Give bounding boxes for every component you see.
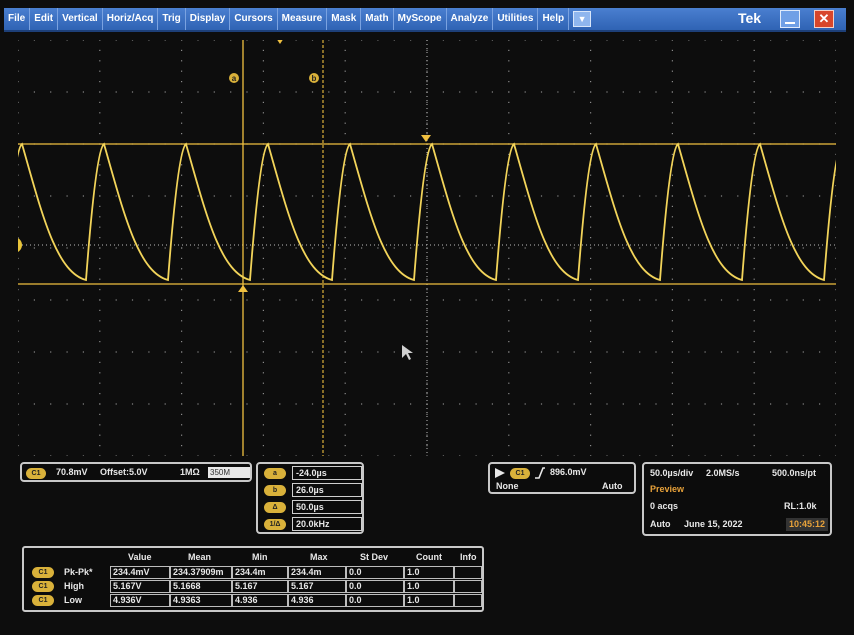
acquisition-count: 0 acqs (650, 501, 679, 511)
oscilloscope-screen: File Edit Vertical Horiz/Acq Trig Displa… (0, 0, 854, 635)
menu-bar: File Edit Vertical Horiz/Acq Trig Displa… (4, 8, 846, 32)
cursor-b-badge: b (264, 485, 286, 496)
measurement-info (454, 566, 482, 579)
menu-display[interactable]: Display (186, 8, 231, 30)
measurement-name: High (64, 581, 84, 591)
cursor-b-time: 26.0µs (292, 483, 362, 497)
cursor-a-label: a (232, 74, 237, 83)
measurement-max: 4.936 (288, 594, 346, 607)
menu-utilities[interactable]: Utilities (493, 8, 539, 30)
waveform-display[interactable]: a b (18, 40, 836, 456)
trigger-position-marker[interactable] (276, 40, 284, 44)
menu-myscope[interactable]: MyScope (394, 8, 447, 30)
date: June 15, 2022 (684, 519, 743, 529)
column-header-count: Count (416, 552, 442, 562)
channel-1-settings[interactable]: C1 70.8mV Offset:5.0V 1MΩ 350M (20, 462, 252, 482)
trigger-level: 896.0mV (550, 467, 587, 477)
cursor-frequency: 20.0kHz (292, 517, 362, 531)
mouse-pointer-icon (402, 345, 413, 360)
measurement-table[interactable]: Value Mean Min Max St Dev Count Info C1 … (22, 546, 484, 612)
measurement-count: 1.0 (404, 566, 454, 579)
measurement-stdev: 0.0 (346, 580, 404, 593)
column-header-info: Info (460, 552, 477, 562)
cursor-b-label: b (312, 74, 317, 83)
trigger-coupling: None (496, 481, 519, 491)
measurement-min: 234.4m (232, 566, 288, 579)
column-header-stdev: St Dev (360, 552, 389, 562)
measurement-info (454, 580, 482, 593)
menu-cursors[interactable]: Cursors (230, 8, 278, 30)
trigger-point-marker (421, 135, 431, 142)
measurement-min: 4.936 (232, 594, 288, 607)
close-button[interactable]: ✕ (814, 10, 834, 28)
cursor-a-crosspoint (238, 285, 248, 292)
menu-edit[interactable]: Edit (30, 8, 59, 30)
measurement-mean: 5.1668 (170, 580, 232, 593)
sample-rate: 2.0MS/s (706, 468, 740, 478)
measurement-count: 1.0 (404, 594, 454, 607)
measurement-source-badge: C1 (32, 567, 54, 578)
measurement-info (454, 594, 482, 607)
time-resolution: 500.0ns/pt (772, 468, 817, 478)
cursor-readout-panel[interactable]: a -24.0µs b 26.0µs Δ 50.0µs 1/Δ 20.0kHz (256, 462, 364, 534)
measurement-source-badge: C1 (32, 595, 54, 606)
menu-measure[interactable]: Measure (278, 8, 328, 30)
cursor-a-time: -24.0µs (292, 466, 362, 480)
clock-time: 10:45:12 (786, 518, 829, 531)
trigger-settings[interactable]: C1 896.0mV None Auto (488, 462, 636, 494)
chevron-down-icon[interactable]: ▼ (573, 11, 592, 27)
minimize-button[interactable] (780, 10, 800, 28)
channel-1-ground-marker[interactable] (18, 237, 22, 253)
cursor-frequency-badge: 1/Δ (264, 519, 286, 530)
measurement-stdev: 0.0 (346, 566, 404, 579)
menu-vertical[interactable]: Vertical (58, 8, 103, 30)
measurement-stdev: 0.0 (346, 594, 404, 607)
column-header-min: Min (252, 552, 268, 562)
measurement-value: 4.936V (110, 594, 170, 607)
measurement-count: 1.0 (404, 580, 454, 593)
channel-1-bandwidth: 350M (208, 467, 250, 478)
run-mode: Auto (650, 519, 671, 529)
menu-analyze[interactable]: Analyze (447, 8, 494, 30)
menu-mask[interactable]: Mask (327, 8, 362, 30)
measurement-max: 234.4m (288, 566, 346, 579)
menu-horiz-acq[interactable]: Horiz/Acq (103, 8, 159, 30)
menu-math[interactable]: Math (361, 8, 394, 30)
measurement-mean: 234.37909m (170, 566, 232, 579)
cursor-delta-time: 50.0µs (292, 500, 362, 514)
brand-logo: Tek (738, 10, 762, 26)
measurement-value: 5.167V (110, 580, 170, 593)
record-length: RL:1.0k (784, 501, 817, 511)
column-header-mean: Mean (188, 552, 212, 562)
measurement-source-badge: C1 (32, 581, 54, 592)
acquisition-state: Preview (650, 484, 685, 494)
channel-1-offset: Offset:5.0V (100, 467, 148, 477)
cursor-a-badge: a (264, 468, 286, 479)
column-header-value: Value (128, 552, 152, 562)
measurement-mean: 4.9363 (170, 594, 232, 607)
measurement-value: 234.4mV (110, 566, 170, 579)
measurement-min: 5.167 (232, 580, 288, 593)
cursor-delta-badge: Δ (264, 502, 286, 513)
acquisition-settings[interactable]: 50.0µs/div 2.0MS/s 500.0ns/pt Preview 0 … (642, 462, 832, 536)
trigger-mode: Auto (602, 481, 623, 491)
menu-file[interactable]: File (4, 8, 31, 30)
channel-1-impedance: 1MΩ (180, 467, 200, 477)
menu-help[interactable]: Help (538, 8, 570, 30)
trigger-position-icon (495, 468, 505, 478)
rising-edge-icon (535, 467, 545, 479)
channel-1-scale: 70.8mV (56, 467, 88, 477)
trigger-source-badge: C1 (510, 468, 530, 479)
menu-trig[interactable]: Trig (158, 8, 186, 30)
measurement-max: 5.167 (288, 580, 346, 593)
column-header-max: Max (310, 552, 328, 562)
channel-1-badge: C1 (26, 468, 46, 479)
measurement-name: Pk-Pk* (64, 567, 93, 577)
measurement-name: Low (64, 595, 82, 605)
timebase: 50.0µs/div (650, 468, 694, 478)
